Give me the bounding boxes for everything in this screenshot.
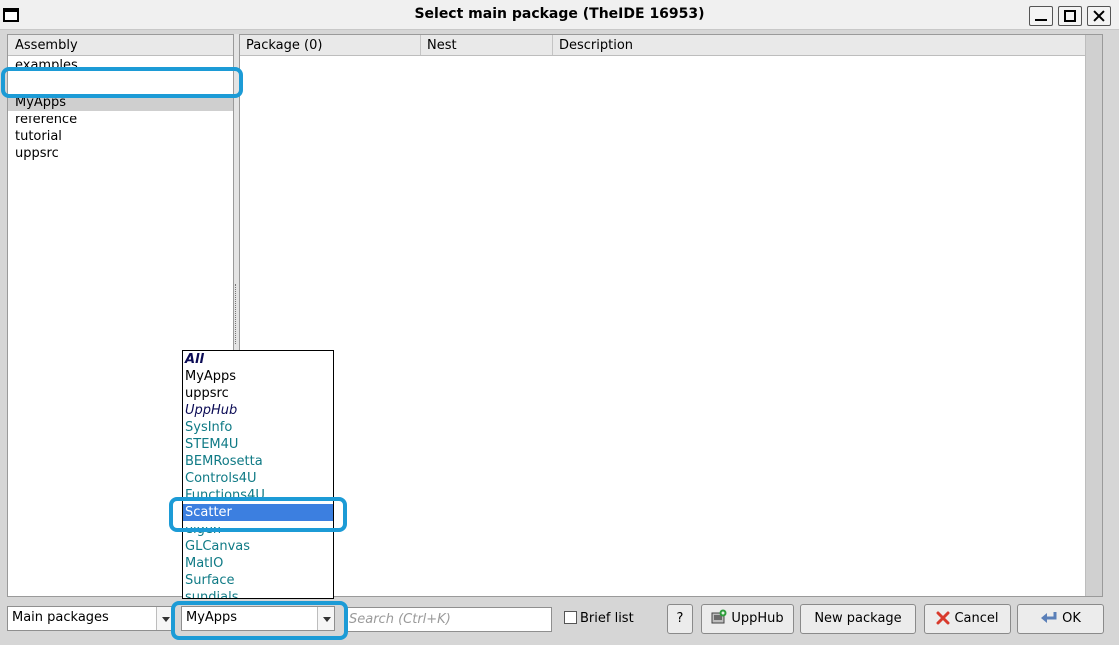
title-bar: Select main package (TheIDE 16953) xyxy=(0,0,1119,30)
brief-list-label: Brief list xyxy=(580,611,634,626)
dropdown-item-uppsrc[interactable]: uppsrc xyxy=(183,385,333,402)
cancel-button[interactable]: Cancel xyxy=(924,604,1011,634)
assembly-item-reference[interactable]: reference xyxy=(8,116,233,128)
package-list[interactable]: Package (0) Nest Description xyxy=(239,34,1103,597)
upphub-label: UppHub xyxy=(731,611,784,626)
assembly-item-uppsrc[interactable]: uppsrc xyxy=(8,145,233,162)
upphub-icon xyxy=(711,608,727,636)
dropdown-item-matio[interactable]: MatIO xyxy=(183,555,333,572)
package-list-scrollbar[interactable] xyxy=(1085,35,1102,596)
dropdown-item-bemrosetta[interactable]: BEMRosetta xyxy=(183,453,333,470)
brief-list-checkbox[interactable]: Brief list xyxy=(564,611,634,629)
assembly-item-tutorial[interactable]: tutorial xyxy=(8,128,233,145)
dropdown-item-sysinfo[interactable]: SysInfo xyxy=(183,419,333,436)
highlight-assembly-myapps xyxy=(1,67,243,98)
checkbox-box[interactable] xyxy=(564,611,577,624)
assembly-header[interactable]: Assembly xyxy=(8,35,233,56)
nest-dropdown-list[interactable]: All MyApps uppsrc UppHub SysInfo STEM4U … xyxy=(182,350,334,599)
splitter-grip[interactable] xyxy=(235,284,238,344)
package-column-headers: Package (0) Nest Description xyxy=(240,35,1086,56)
upphub-button[interactable]: UppHub xyxy=(701,604,794,634)
package-filter-select[interactable]: Main packages xyxy=(7,606,174,631)
ok-button[interactable]: OK xyxy=(1017,604,1104,634)
close-button[interactable] xyxy=(1087,6,1111,26)
package-filter-value: Main packages xyxy=(12,610,109,625)
cancel-label: Cancel xyxy=(954,611,999,626)
new-package-button[interactable]: New package xyxy=(800,604,916,634)
help-button[interactable]: ? xyxy=(667,604,693,634)
window-title: Select main package (TheIDE 16953) xyxy=(414,6,705,22)
maximize-button[interactable] xyxy=(1058,6,1082,26)
return-arrow-icon xyxy=(1040,608,1058,636)
highlight-dropdown-scatter xyxy=(169,497,347,532)
dropdown-item-all[interactable]: All xyxy=(183,351,333,368)
minimize-button[interactable] xyxy=(1029,6,1053,26)
dropdown-item-upphub[interactable]: UppHub xyxy=(183,402,333,419)
column-description[interactable]: Description xyxy=(553,35,1086,55)
dropdown-item-myapps[interactable]: MyApps xyxy=(183,368,333,385)
column-package[interactable]: Package (0) xyxy=(240,35,421,55)
highlight-nest-select xyxy=(171,601,348,640)
dropdown-item-surface[interactable]: Surface xyxy=(183,572,333,589)
cancel-icon xyxy=(936,608,950,636)
dropdown-item-controls4u[interactable]: Controls4U xyxy=(183,470,333,487)
ok-label: OK xyxy=(1062,611,1081,626)
dropdown-item-glcanvas[interactable]: GLCanvas xyxy=(183,538,333,555)
search-input[interactable] xyxy=(344,607,552,632)
dropdown-item-sundials[interactable]: sundials xyxy=(183,589,333,598)
column-nest[interactable]: Nest xyxy=(421,35,553,55)
dropdown-item-stem4u[interactable]: STEM4U xyxy=(183,436,333,453)
